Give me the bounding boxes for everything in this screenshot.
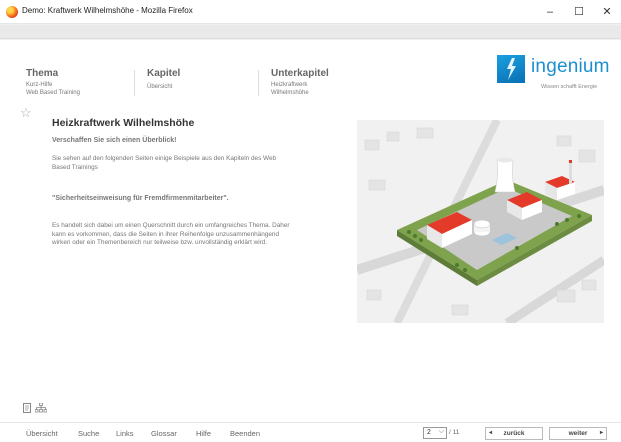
ingenium-logo: ingenium Wissen schafft Energie — [497, 55, 610, 95]
header-unterkapitel-line: Heizkraftwerk — [271, 82, 308, 88]
footer-link-glossar[interactable]: Glossar — [151, 429, 177, 438]
next-label: weiter — [568, 430, 588, 437]
back-label: zurück — [503, 430, 525, 437]
header-unterkapitel-line: Wilhelmshöhe — [271, 90, 309, 96]
maximize-button[interactable]: ☐ — [571, 4, 587, 20]
header-divider — [134, 70, 135, 96]
minimize-button[interactable]: – — [542, 4, 558, 20]
logo-tagline: Wissen schafft Energie — [541, 84, 598, 90]
footer-link-beenden[interactable]: Beenden — [230, 429, 260, 438]
header-thema-line: Kurz-Hilfe — [26, 82, 53, 88]
document-icon[interactable] — [23, 403, 31, 413]
power-plant-image — [357, 120, 604, 323]
page-total: / 11 — [449, 429, 460, 436]
logo-name: ingenium — [531, 56, 610, 77]
close-button[interactable]: ✕ — [599, 4, 615, 20]
header-kapitel-title: Kapitel — [147, 68, 181, 79]
header-thema-title: Thema — [26, 68, 59, 79]
next-button[interactable]: weiter ▸ — [549, 427, 607, 440]
sitemap-icon[interactable] — [35, 403, 47, 413]
footer-link-uebersicht[interactable]: Übersicht — [26, 429, 58, 438]
arrow-right-icon: ▸ — [599, 430, 603, 436]
back-button[interactable]: ◂ zurück — [485, 427, 543, 440]
footer-link-hilfe[interactable]: Hilfe — [196, 429, 211, 438]
intro-text: Verschaffen Sie sich einen Überblick! — [52, 137, 177, 144]
header-divider — [258, 70, 259, 96]
header-unterkapitel: Unterkapitel Heizkraftwerk Wilhelmshöhe — [271, 68, 329, 97]
page-current: 2 — [427, 429, 431, 436]
header-unterkapitel-title: Unterkapitel — [271, 68, 329, 79]
page-select[interactable]: 2 ⌵ — [423, 427, 447, 439]
firefox-icon — [6, 6, 18, 18]
paragraph-1: Sie sehen auf den folgenden Seiten einig… — [52, 155, 277, 171]
window-titlebar: Demo: Kraftwerk Wilhelmshöhe - Mozilla F… — [0, 0, 621, 24]
paragraph-2: Es handelt sich dabei um einen Querschni… — [52, 222, 290, 247]
page-title: Heizkraftwerk Wilhelmshöhe — [52, 117, 195, 129]
course-quote: "Sicherheitseinweisung für Fremdfirmenmi… — [52, 195, 229, 202]
browser-toolbar — [0, 25, 621, 39]
window-title: Demo: Kraftwerk Wilhelmshöhe - Mozilla F… — [22, 6, 193, 15]
header-thema: Thema Kurz-Hilfe Web Based Training — [26, 68, 80, 97]
star-outline-icon[interactable]: ☆ — [20, 106, 32, 119]
logo-emblem — [497, 55, 525, 83]
power-plant-illustration — [357, 120, 604, 323]
footer-link-links[interactable]: Links — [116, 429, 134, 438]
header-kapitel-line: Übersicht — [147, 84, 173, 90]
lightning-icon — [507, 58, 516, 80]
footer-link-suche[interactable]: Suche — [78, 429, 99, 438]
header-kapitel: Kapitel Übersicht — [147, 68, 180, 91]
header-thema-line: Web Based Training — [26, 90, 80, 96]
footer-bar: Übersicht Suche Links Glossar Hilfe Been… — [0, 422, 621, 442]
chevron-down-icon: ⌵ — [438, 428, 444, 435]
